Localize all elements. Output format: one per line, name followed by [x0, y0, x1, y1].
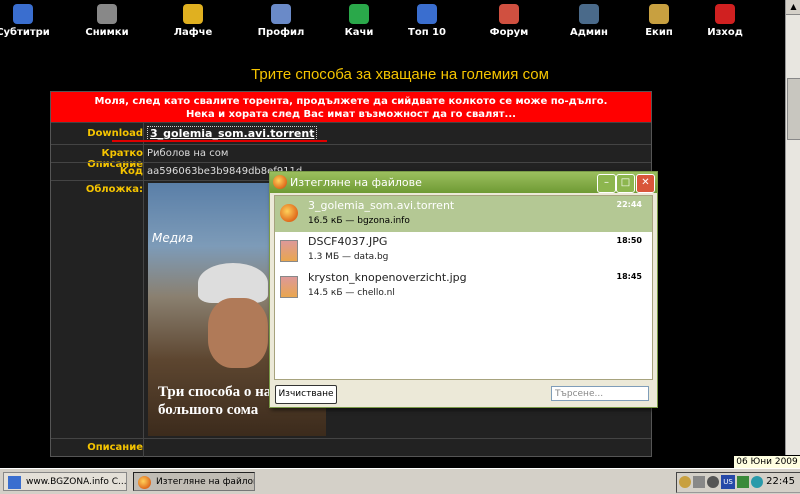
nav-label: Админ: [570, 27, 608, 38]
image-file-icon: [280, 276, 298, 298]
download-time: 18:45: [616, 272, 642, 281]
download-label: Download: [87, 128, 143, 139]
tray-network-icon[interactable]: [707, 476, 719, 488]
subtitles-icon: [13, 4, 33, 24]
download-item[interactable]: DSCF4037.JPG 1.3 МБ — data.bg 18:50: [275, 232, 652, 268]
nav-label: Изход: [707, 27, 743, 38]
download-info: 1.3 МБ — data.bg: [308, 252, 389, 262]
admin-icon: [579, 4, 599, 24]
description-value: Риболов на сом: [147, 148, 229, 159]
taskbar-browser-label: www.BGZONA.info C...: [26, 477, 127, 487]
cover-label: Обложка:: [85, 184, 143, 195]
scroll-thumb[interactable]: [787, 78, 800, 140]
seed-notice-banner: Моля, след като свалите торента, продълж…: [51, 92, 651, 122]
system-tray: US 22:45: [676, 472, 800, 493]
download-filename: 3_golemia_som.avi.torrent: [308, 199, 455, 212]
downloads-search-input[interactable]: Търсене...: [551, 386, 649, 401]
taskbar-downloads-button[interactable]: Изтегляне на файлове: [133, 472, 255, 491]
download-item[interactable]: 3_golemia_som.avi.torrent 16.5 кБ — bgzo…: [275, 196, 652, 232]
firefox-icon: [273, 175, 287, 189]
downloads-window-title: Изтегляне на файлове: [290, 176, 422, 189]
next-label: Описание: [87, 442, 143, 453]
downloads-list: 3_golemia_som.avi.torrent 16.5 кБ — bgzo…: [274, 195, 653, 380]
cover-brand-text: Медиа: [152, 231, 194, 245]
minimize-button[interactable]: –: [597, 174, 616, 193]
nav-team[interactable]: Екип: [624, 4, 694, 38]
nav-label: Профил: [257, 27, 305, 38]
downloads-window: Изтегляне на файлове – □ ✕ 3_golemia_som…: [269, 171, 658, 408]
cover-hat-shape: [198, 263, 268, 303]
download-time: 22:44: [616, 200, 642, 209]
forum-icon: [499, 4, 519, 24]
power-icon: [715, 4, 735, 24]
language-indicator[interactable]: US: [721, 475, 735, 489]
cover-person-shape: [208, 298, 268, 368]
nav-label: Лафче: [173, 27, 213, 38]
download-info: 14.5 кБ — chello.nl: [308, 288, 395, 298]
nav-subtitles[interactable]: Субтитри: [0, 4, 58, 38]
clear-list-button[interactable]: Изчистване: [275, 385, 337, 404]
top-navigation: Субтитри Снимки Лафче Профил Качи Топ 10 Форум…: [0, 0, 785, 44]
nav-label: Снимки: [85, 27, 129, 38]
download-info: 16.5 кБ — bgzona.info: [308, 216, 410, 226]
next-row: Описание: [51, 438, 651, 457]
close-button[interactable]: ✕: [636, 174, 655, 193]
nav-top10[interactable]: Топ 10: [392, 4, 462, 38]
description-row: Кратко Описание Риболов на сом: [51, 144, 651, 170]
banner-line-2: Нека и хората след Вас имат възможност д…: [186, 109, 516, 120]
tray-speaker-icon[interactable]: [693, 476, 705, 488]
torrent-download-link[interactable]: 3_golemia_som.avi.torrent: [147, 126, 318, 141]
banner-line-1: Моля, след като свалите торента, продълж…: [94, 96, 608, 107]
nav-forum[interactable]: Форум: [474, 4, 544, 38]
code-label: Код: [119, 166, 143, 177]
download-item[interactable]: kryston_knopenoverzicht.jpg 14.5 кБ — ch…: [275, 268, 652, 304]
nav-admin[interactable]: Админ: [554, 4, 624, 38]
ie-icon: [8, 476, 21, 489]
annotation-underline-link: [112, 140, 327, 142]
nav-label: Качи: [344, 27, 374, 38]
nav-profile[interactable]: Профил: [246, 4, 316, 38]
download-filename: kryston_knopenoverzicht.jpg: [308, 271, 467, 284]
image-file-icon: [280, 240, 298, 262]
nav-power[interactable]: Изход: [690, 4, 760, 38]
windows-taskbar: www.BGZONA.info C... Изтегляне на файлов…: [0, 468, 800, 494]
maximize-button[interactable]: □: [616, 174, 635, 193]
taskbar-clock[interactable]: 22:45: [766, 476, 795, 487]
downloads-titlebar[interactable]: Изтегляне на файлове – □ ✕: [270, 172, 657, 193]
taskbar-downloads-label: Изтегляне на файлове: [156, 477, 255, 487]
nav-smiley[interactable]: Лафче: [158, 4, 228, 38]
torrent-file-icon: [280, 204, 298, 222]
download-time: 18:50: [616, 236, 642, 245]
smiley-icon: [183, 4, 203, 24]
profile-icon: [271, 4, 291, 24]
nav-upload-globe[interactable]: Качи: [324, 4, 394, 38]
scroll-up-arrow-icon[interactable]: ▲: [786, 0, 800, 15]
nav-label: Субтитри: [0, 27, 50, 38]
tray-arrow-icon[interactable]: [679, 476, 691, 488]
nav-label: Топ 10: [408, 27, 446, 38]
team-icon: [649, 4, 669, 24]
tray-app-icon[interactable]: [737, 476, 749, 488]
nav-label: Форум: [489, 27, 529, 38]
tray-sync-icon[interactable]: [751, 476, 763, 488]
camera-icon: [97, 4, 117, 24]
taskbar-browser-button[interactable]: www.BGZONA.info C...: [3, 472, 127, 491]
nav-camera[interactable]: Снимки: [72, 4, 142, 38]
upload-globe-icon: [349, 4, 369, 24]
nav-label: Екип: [645, 27, 673, 38]
page-title: Трите способа за хващане на големия сом: [251, 66, 549, 83]
top10-icon: [417, 4, 437, 24]
firefox-icon: [138, 476, 151, 489]
download-filename: DSCF4037.JPG: [308, 235, 388, 248]
